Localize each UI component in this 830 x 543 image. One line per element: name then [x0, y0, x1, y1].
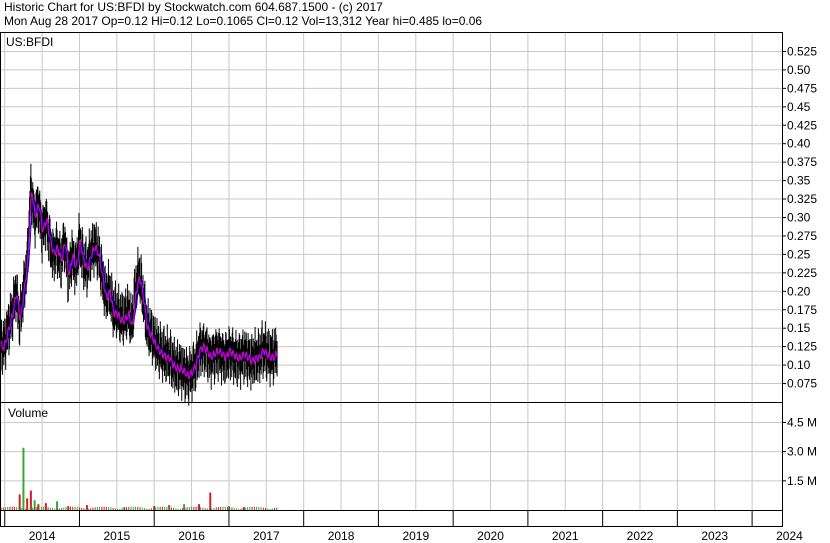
price-tick-label: 0.15: [787, 321, 811, 335]
y-axis-ticks: 0.525 0.50 0.475 0.45 0.425 0.40 0.375 0.35 0.32…: [782, 44, 817, 488]
price-tick-label: 0.225: [787, 266, 817, 280]
price-tick-label: 0.50: [787, 63, 811, 77]
stock-chart: US:BFDI Volume 0.5250.500.4750.450.4250.…: [0, 32, 817, 543]
year-tick-label: 2014: [29, 529, 56, 543]
price-tick-label: 0.275: [787, 229, 817, 243]
year-tick-label: 2017: [253, 529, 280, 543]
year-tick-label: 2020: [477, 529, 504, 543]
price-tick-label: 0.425: [787, 118, 817, 132]
volume-panel-label: Volume: [8, 406, 48, 420]
price-tick-label: 0.25: [787, 247, 811, 261]
year-tick-label: 2022: [627, 529, 654, 543]
price-tick-label: 0.175: [787, 303, 817, 317]
price-tick-label: 0.30: [787, 211, 811, 225]
year-tick-label: 2016: [178, 529, 205, 543]
x-axis-frame: [0, 510, 783, 527]
price-panel-label: US:BFDI: [6, 35, 53, 49]
price-tick-label: 0.325: [787, 192, 817, 206]
volume-tick-label: 3.0 M: [787, 445, 817, 459]
price-tick-label: 0.35: [787, 174, 811, 188]
grid-lines: [1, 33, 782, 510]
price-tick-label: 0.20: [787, 284, 811, 298]
year-tick-label: 2021: [552, 529, 579, 543]
year-tick-label: 2019: [402, 529, 429, 543]
year-tick-label: 2015: [103, 529, 130, 543]
price-tick-label: 0.10: [787, 358, 811, 372]
price-tick-label: 0.075: [787, 377, 817, 391]
year-tick-label: 2024: [776, 529, 803, 543]
year-tick-label: 2023: [701, 529, 728, 543]
price-tick-label: 0.525: [787, 44, 817, 58]
volume-panel-frame: [0, 402, 783, 511]
price-tick-label: 0.475: [787, 81, 817, 95]
price-tick-label: 0.375: [787, 155, 817, 169]
volume-tick-label: 1.5 M: [787, 474, 817, 488]
volume-tick-label: 4.5 M: [787, 415, 817, 429]
price-tick-label: 0.125: [787, 340, 817, 354]
year-tick-label: 2018: [328, 529, 355, 543]
price-tick-label: 0.40: [787, 137, 811, 151]
price-tick-label: 0.45: [787, 100, 811, 114]
